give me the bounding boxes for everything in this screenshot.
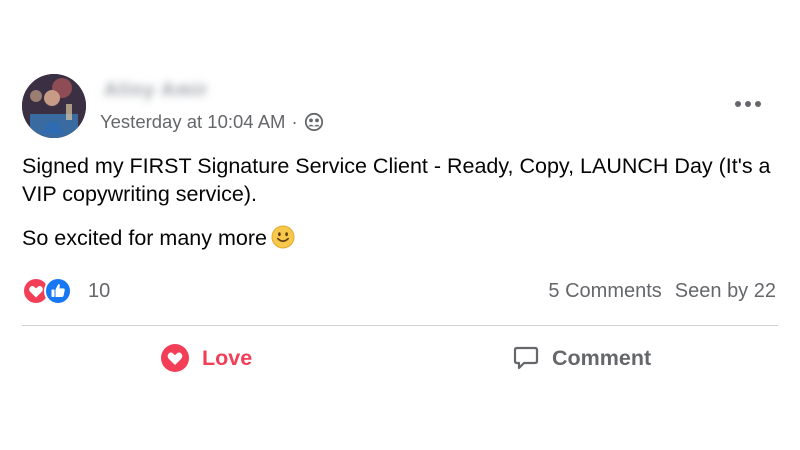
post-text-paragraph-1: Signed my FIRST Signature Service Client… bbox=[22, 154, 771, 206]
meta-separator: · bbox=[291, 111, 298, 132]
facebook-post: Aliny Amir Yesterday at 10:04 AM · Signe… bbox=[0, 0, 800, 450]
smiling-face-icon bbox=[271, 225, 295, 249]
comments-count[interactable]: 5 Comments bbox=[548, 280, 661, 303]
engagement-counts: 5 Comments Seen by 22 bbox=[548, 278, 776, 304]
comment-icon bbox=[512, 344, 540, 372]
reaction-count: 10 bbox=[88, 279, 111, 302]
reactions-summary[interactable]: 10 bbox=[22, 276, 110, 306]
love-button[interactable]: Love bbox=[160, 340, 252, 376]
comment-button[interactable]: Comment bbox=[512, 340, 651, 376]
author-name[interactable]: Aliny Amir bbox=[104, 80, 208, 102]
post-text-paragraph-2: So excited for many more bbox=[22, 224, 782, 252]
post-text: Signed my FIRST Signature Service Client… bbox=[22, 152, 782, 252]
seen-by-count[interactable]: Seen by 22 bbox=[675, 280, 776, 303]
divider bbox=[22, 325, 778, 326]
comment-button-label: Comment bbox=[552, 345, 652, 370]
timestamp[interactable]: Yesterday at 10:04 AM bbox=[100, 111, 285, 133]
love-button-label: Love bbox=[202, 345, 253, 370]
group-icon[interactable] bbox=[304, 112, 324, 132]
love-icon bbox=[160, 343, 190, 373]
post-text-line-2: So excited for many more bbox=[22, 226, 267, 250]
post-meta: Yesterday at 10:04 AM · bbox=[100, 110, 324, 134]
more-options-icon[interactable] bbox=[728, 92, 768, 116]
avatar[interactable] bbox=[22, 74, 86, 138]
like-icon bbox=[44, 277, 72, 305]
